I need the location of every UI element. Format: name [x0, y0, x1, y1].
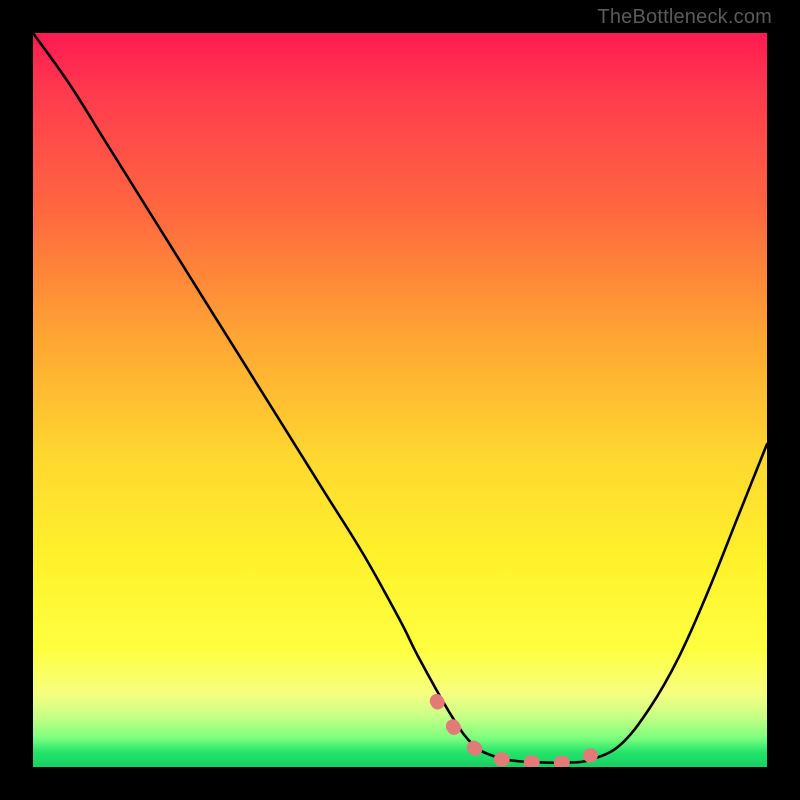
- plot-area: [33, 33, 767, 767]
- bottleneck-curve-svg: [33, 33, 767, 767]
- attribution-label: TheBottleneck.com: [597, 6, 772, 29]
- bottleneck-curve: [33, 33, 767, 763]
- chart-frame: TheBottleneck.com: [0, 0, 800, 800]
- valley-highlight: [437, 701, 591, 763]
